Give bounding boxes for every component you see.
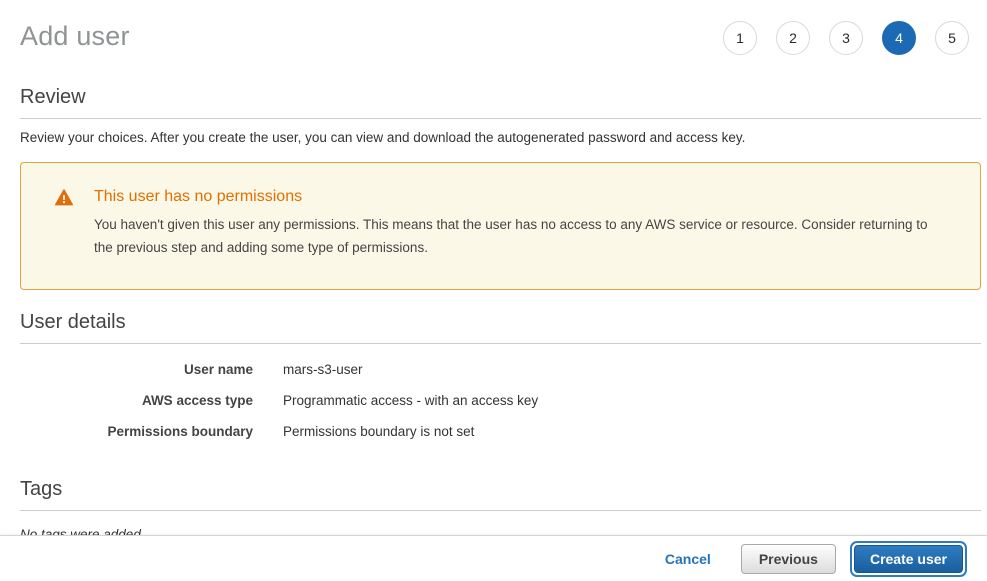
warning-body: You haven't given this user any permissi…	[94, 213, 950, 259]
wizard-step-indicator: 1 2 3 4 5	[723, 21, 981, 55]
detail-label: AWS access type	[20, 392, 253, 409]
page-title: Add user	[20, 21, 130, 52]
step-indicator-2: 2	[776, 21, 810, 55]
no-permissions-warning-box: This user has no permissions You haven't…	[20, 162, 981, 290]
tags-heading: Tags	[20, 478, 981, 511]
user-details-section: User details User name mars-s3-user AWS …	[20, 311, 981, 440]
step-indicator-5: 5	[935, 21, 969, 55]
step-indicator-4-active: 4	[882, 21, 916, 55]
detail-row-permissions-boundary: Permissions boundary Permissions boundar…	[20, 423, 981, 440]
detail-value: mars-s3-user	[283, 361, 363, 378]
warning-triangle-icon	[55, 189, 73, 206]
detail-row-user-name: User name mars-s3-user	[20, 361, 981, 378]
warning-text-block: This user has no permissions You haven't…	[94, 188, 950, 259]
tags-section: Tags No tags were added.	[20, 478, 981, 542]
previous-button[interactable]: Previous	[741, 544, 836, 574]
add-user-wizard-page: Add user 1 2 3 4 5 Review Review your ch…	[0, 0, 987, 581]
detail-value: Permissions boundary is not set	[283, 423, 474, 440]
create-user-button[interactable]: Create user	[854, 545, 963, 573]
step-indicator-1: 1	[723, 21, 757, 55]
header: Add user 1 2 3 4 5	[20, 0, 981, 55]
review-section: Review Review your choices. After you cr…	[20, 86, 981, 145]
review-description: Review your choices. After you create th…	[20, 130, 981, 145]
create-user-focus-ring: Create user	[850, 541, 967, 577]
warning-title: This user has no permissions	[94, 188, 950, 206]
detail-label: Permissions boundary	[20, 423, 253, 440]
detail-label: User name	[20, 361, 253, 378]
footer-action-bar: Cancel Previous Create user	[0, 535, 987, 581]
detail-row-access-type: AWS access type Programmatic access - wi…	[20, 392, 981, 409]
user-details-heading: User details	[20, 311, 981, 344]
step-indicator-3: 3	[829, 21, 863, 55]
detail-value: Programmatic access - with an access key	[283, 392, 538, 409]
user-details-list: User name mars-s3-user AWS access type P…	[20, 361, 981, 440]
review-heading: Review	[20, 86, 981, 119]
cancel-button[interactable]: Cancel	[665, 551, 711, 567]
